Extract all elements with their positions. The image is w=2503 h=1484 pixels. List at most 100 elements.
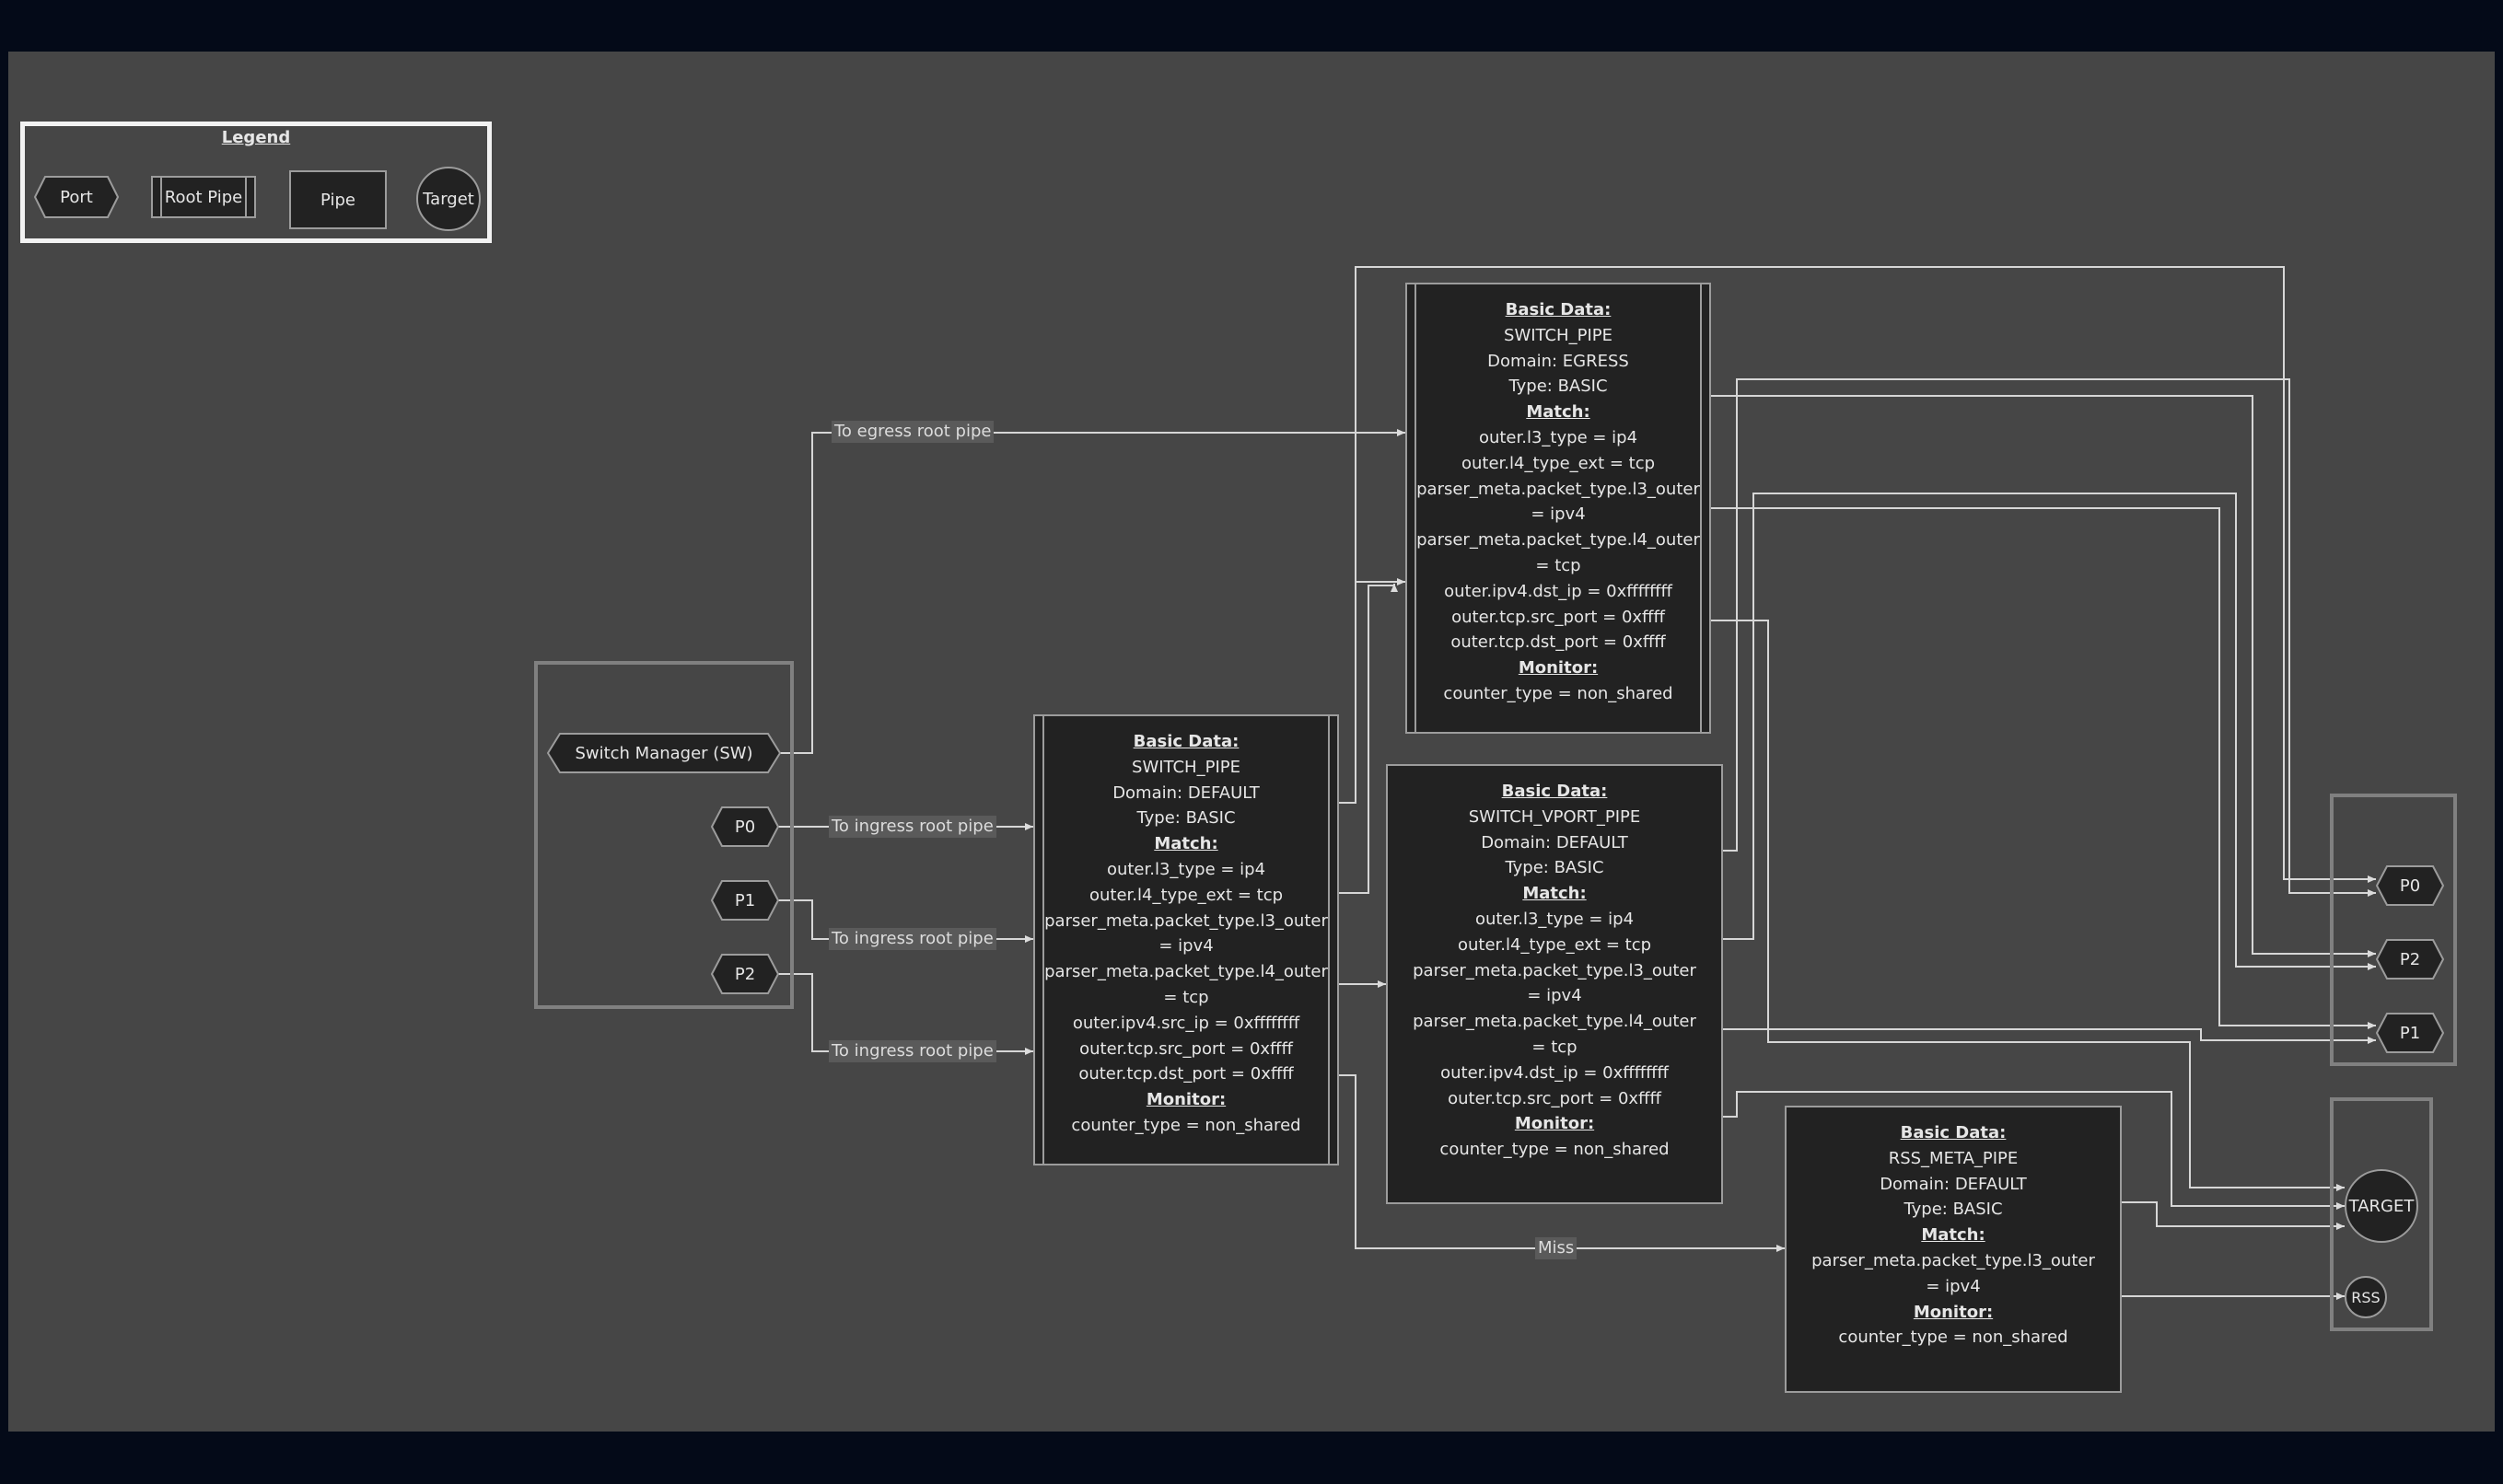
match-line: parser_meta.packet_type.l3_outer	[1416, 479, 1700, 499]
target-node[interactable]: TARGET	[2345, 1169, 2418, 1243]
pipe-domain: Domain: EGRESS	[1487, 351, 1629, 371]
legend-box: Legend Port Root Pipe Pipe Target	[20, 122, 492, 243]
port-p1[interactable]: P1	[711, 880, 779, 921]
pipe-monitor-header: Monitor:	[1514, 1114, 1595, 1134]
port-p2[interactable]: P2	[711, 954, 779, 994]
match-line: outer.l3_type = ip4	[1474, 909, 1635, 929]
port-p1-label: P1	[734, 890, 756, 910]
pipe-match-header: Match:	[1522, 884, 1587, 904]
pipe-switch-vport[interactable]: Basic Data: SWITCH_VPORT_PIPE Domain: DE…	[1386, 764, 1723, 1204]
legend-port-shape: Port	[34, 176, 119, 218]
pipe-monitor-header: Monitor:	[1913, 1302, 1994, 1322]
pipe-basic-header: Basic Data:	[1900, 1123, 2007, 1142]
pipe-name: SWITCH_PIPE	[1132, 757, 1240, 777]
edge-label-ingress-p2: To ingress root pipe	[829, 1040, 996, 1062]
pipe-type: Type: BASIC	[1903, 1200, 2003, 1220]
edge-sw-to-egress	[778, 429, 1405, 754]
match-line: = ipv4	[1531, 504, 1586, 525]
out-port-p1[interactable]: P1	[2376, 1013, 2444, 1053]
match-line: parser_meta.packet_type.l4_outer	[1413, 1012, 1696, 1032]
legend-target-label: Target	[423, 189, 474, 209]
match-line: outer.l4_type_ext = tcp	[1457, 934, 1652, 955]
match-line: outer.tcp.dst_port = 0xffff	[1078, 1064, 1294, 1084]
match-line: outer.l3_type = ip4	[1478, 427, 1638, 447]
legend-rootpipe-shape: Root Pipe	[151, 176, 256, 218]
edge-label-miss: Miss	[1535, 1237, 1577, 1259]
match-line: outer.ipv4.src_ip = 0xffffffff	[1072, 1013, 1300, 1033]
edge-vport-to-p1	[1722, 1028, 2376, 1044]
pipe-monitor: counter_type = non_shared	[1439, 1140, 1670, 1160]
pipe-domain: Domain: DEFAULT	[1481, 832, 1628, 852]
port-switch-manager[interactable]: Switch Manager (SW)	[547, 733, 781, 773]
pipe-monitor-header: Monitor:	[1146, 1090, 1227, 1110]
match-line: outer.l3_type = ip4	[1106, 859, 1266, 879]
match-line: = tcp	[1531, 1037, 1577, 1057]
match-line: parser_meta.packet_type.l3_outer	[1811, 1250, 2095, 1270]
port-p0-label: P0	[734, 817, 756, 837]
out-port-p2[interactable]: P2	[2376, 939, 2444, 980]
out-port-p1-label: P1	[2399, 1023, 2421, 1043]
out-port-p0-label: P0	[2399, 875, 2421, 896]
match-line: outer.tcp.src_port = 0xffff	[1079, 1038, 1293, 1059]
pipe-name: SWITCH_VPORT_PIPE	[1468, 806, 1641, 827]
target-label: TARGET	[2348, 1196, 2415, 1216]
edge-vport-to-p2	[1722, 493, 2376, 970]
pipe-monitor-header: Monitor:	[1518, 658, 1599, 678]
pipe-match-header: Match:	[1921, 1225, 1985, 1246]
legend-port-label: Port	[60, 187, 93, 207]
out-port-p2-label: P2	[2399, 949, 2421, 969]
port-p0[interactable]: P0	[711, 806, 779, 847]
port-p2-label: P2	[734, 964, 756, 984]
pipe-monitor: counter_type = non_shared	[1838, 1327, 2068, 1348]
pipe-name: SWITCH_PIPE	[1504, 325, 1612, 345]
legend-rootpipe-label: Root Pipe	[164, 187, 243, 207]
match-line: = ipv4	[1926, 1276, 1981, 1296]
pipe-match-header: Match:	[1154, 834, 1218, 854]
pipe-type: Type: BASIC	[1136, 808, 1236, 829]
out-port-p0[interactable]: P0	[2376, 865, 2444, 906]
rss-label: RSS	[2351, 1288, 2381, 1306]
edge-label-ingress-p0: To ingress root pipe	[829, 816, 996, 838]
pipe-type: Type: BASIC	[1508, 377, 1608, 397]
match-line: parser_meta.packet_type.l3_outer	[1044, 910, 1328, 931]
pipe-domain: Domain: DEFAULT	[1112, 783, 1260, 803]
match-line: parser_meta.packet_type.l4_outer	[1416, 530, 1700, 551]
port-switch-manager-label: Switch Manager (SW)	[575, 743, 753, 763]
pipe-egress-root[interactable]: Basic Data: SWITCH_PIPE Domain: EGRESS T…	[1405, 283, 1711, 734]
match-line: outer.ipv4.dst_ip = 0xffffffff	[1444, 581, 1672, 601]
edge-egress-to-p2	[1709, 395, 2376, 957]
match-line: parser_meta.packet_type.l3_outer	[1413, 960, 1696, 980]
edge-egress-to-p1	[1709, 507, 2376, 1029]
pipe-type: Type: BASIC	[1505, 858, 1604, 878]
match-line: = tcp	[1535, 555, 1581, 575]
edge-egress-to-target	[1709, 620, 2345, 1191]
match-line: = ipv4	[1527, 986, 1582, 1006]
pipe-domain: Domain: DEFAULT	[1880, 1174, 2027, 1194]
pipe-basic-header: Basic Data:	[1505, 300, 1612, 319]
edge-vport-to-p0	[1722, 378, 2376, 897]
pipe-rss-meta[interactable]: Basic Data: RSS_META_PIPE Domain: DEFAUL…	[1785, 1106, 2122, 1393]
pipe-name: RSS_META_PIPE	[1888, 1148, 2019, 1168]
match-line: outer.l4_type_ext = tcp	[1461, 453, 1656, 473]
match-line: outer.tcp.src_port = 0xffff	[1451, 607, 1665, 627]
rss-node[interactable]: RSS	[2345, 1276, 2387, 1318]
match-line: = tcp	[1163, 987, 1209, 1007]
legend-title: Legend	[221, 128, 291, 147]
match-line: outer.tcp.dst_port = 0xffff	[1450, 632, 1666, 653]
pipe-monitor: counter_type = non_shared	[1071, 1115, 1301, 1135]
match-line: parser_meta.packet_type.l4_outer	[1044, 962, 1328, 982]
match-line: outer.ipv4.dst_ip = 0xffffffff	[1440, 1062, 1669, 1083]
pipe-basic-header: Basic Data:	[1501, 782, 1608, 801]
match-line: outer.l4_type_ext = tcp	[1089, 885, 1284, 905]
legend-pipe-shape: Pipe	[289, 170, 387, 229]
edge-label-egress: To egress root pipe	[832, 421, 995, 443]
match-line: outer.tcp.src_port = 0xffff	[1448, 1088, 1661, 1108]
edge-label-ingress-p1: To ingress root pipe	[829, 928, 996, 950]
pipe-ingress-root[interactable]: Basic Data: SWITCH_PIPE Domain: DEFAULT …	[1033, 714, 1339, 1165]
pipe-match-header: Match:	[1526, 402, 1590, 423]
match-line: = ipv4	[1158, 936, 1214, 956]
legend-target-shape: Target	[416, 167, 481, 231]
legend-pipe-label: Pipe	[320, 190, 355, 210]
pipe-monitor: counter_type = non_shared	[1443, 683, 1673, 703]
pipe-basic-header: Basic Data:	[1133, 732, 1240, 751]
